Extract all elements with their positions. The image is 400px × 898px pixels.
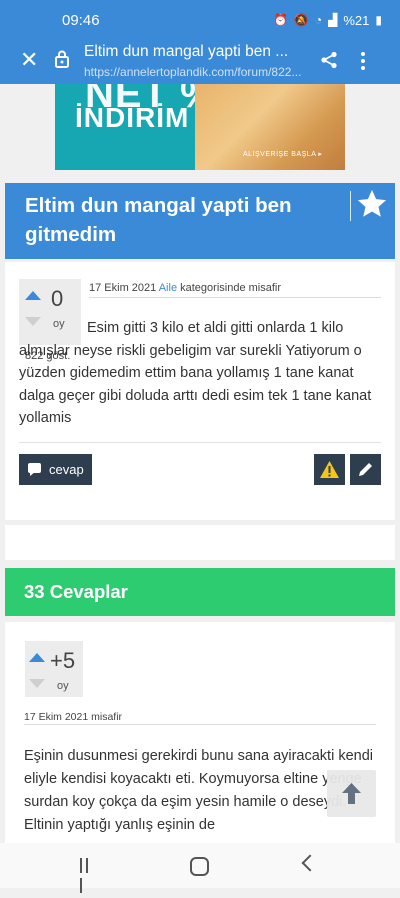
edit-button[interactable] <box>350 454 381 485</box>
answer-card: +5 oy 17 Ekim 2021 misafir Eşinin dusunm… <box>5 622 395 852</box>
favorite-star-icon[interactable] <box>355 187 389 221</box>
question-title: Eltim dun mangal yapti ben gitmedim <box>25 194 292 246</box>
status-time: 09:46 <box>62 11 100 29</box>
category-link[interactable]: Aile <box>159 282 177 294</box>
browser-toolbar: ✕ Eltim dun mangal yapti ben ... https:/… <box>0 40 400 84</box>
warning-icon <box>320 461 339 478</box>
ad-discount-text: İNDİRİM <box>75 102 190 133</box>
answers-header: 33 Cevaplar <box>5 568 395 616</box>
vote-down-icon[interactable] <box>29 679 45 688</box>
scroll-to-top-button[interactable] <box>327 770 376 817</box>
vote-up-icon[interactable] <box>29 653 45 662</box>
system-nav-bar <box>0 843 400 893</box>
question-header: Eltim dun mangal yapti ben gitmedim <box>5 183 395 259</box>
share-icon[interactable] <box>320 51 338 69</box>
battery-level: %21 <box>343 12 370 28</box>
browser-page-title: Eltim dun mangal yapti ben ... <box>84 43 289 60</box>
divider <box>89 297 381 298</box>
answer-button-label: cevap <box>49 462 84 477</box>
answer-meta: 17 Ekim 2021 misafir <box>24 711 123 723</box>
browser-url[interactable]: https://annelertoplandik.com/forum/822..… <box>84 65 310 79</box>
answer-vote-box: +5 oy <box>25 641 83 697</box>
answer-vote-count: +5 <box>50 648 76 673</box>
pencil-icon <box>359 463 372 476</box>
divider <box>24 724 376 725</box>
wifi-icon: ◔ <box>314 13 323 27</box>
back-icon[interactable] <box>301 854 319 872</box>
question-text: Esim gitti 3 kilo et aldi gitti onlarda … <box>19 317 385 430</box>
comment-icon <box>28 463 41 476</box>
question-text-first-line: Esim gitti 3 kilo et aldi gitti onlarda … <box>87 320 344 336</box>
home-icon[interactable] <box>190 857 209 876</box>
vote-label: oy <box>57 680 69 692</box>
question-vote-count: 0 <box>51 286 64 311</box>
status-bar: 09:46 ⏰ 🔕 ◔ ▟ %21 ▮ <box>0 0 400 40</box>
signal-icon: ▟ <box>328 13 338 27</box>
more-menu-icon[interactable] <box>361 49 365 73</box>
question-date: 17 Ekim 2021 <box>89 282 157 294</box>
recent-apps-icon[interactable] <box>80 858 96 893</box>
question-body: 0 oy 822 göst. 17 Ekim 2021 Aile kategor… <box>5 262 395 520</box>
mute-icon: 🔕 <box>293 13 309 27</box>
ad-banner[interactable]: NET %20 İNDİRİM ALIŞVERİŞE BAŞLA ▸ <box>55 84 345 170</box>
close-tab-icon[interactable]: ✕ <box>20 49 38 71</box>
question-category-suffix: kategorisinde misafir <box>180 282 281 294</box>
divider <box>19 442 381 443</box>
alarm-icon: ⏰ <box>272 13 288 27</box>
question-meta: 17 Ekim 2021 Aile kategorisinde misafir <box>89 282 281 294</box>
arrow-up-icon <box>342 783 361 804</box>
question-text-rest: almışlar neyse riskli gebeligim var sure… <box>19 342 372 427</box>
report-button[interactable] <box>314 454 345 485</box>
vote-up-icon[interactable] <box>25 291 41 300</box>
divider <box>350 191 351 221</box>
status-icons: ⏰ 🔕 ◔ ▟ %21 ▮ <box>273 13 382 28</box>
battery-icon: ▮ <box>375 13 382 27</box>
answers-count-title: 33 Cevaplar <box>24 581 128 602</box>
answer-button[interactable]: cevap <box>19 454 92 485</box>
ad-shop-button[interactable]: ALIŞVERİŞE BAŞLA ▸ <box>243 150 322 158</box>
spacer <box>5 525 395 560</box>
lock-icon <box>55 50 69 68</box>
